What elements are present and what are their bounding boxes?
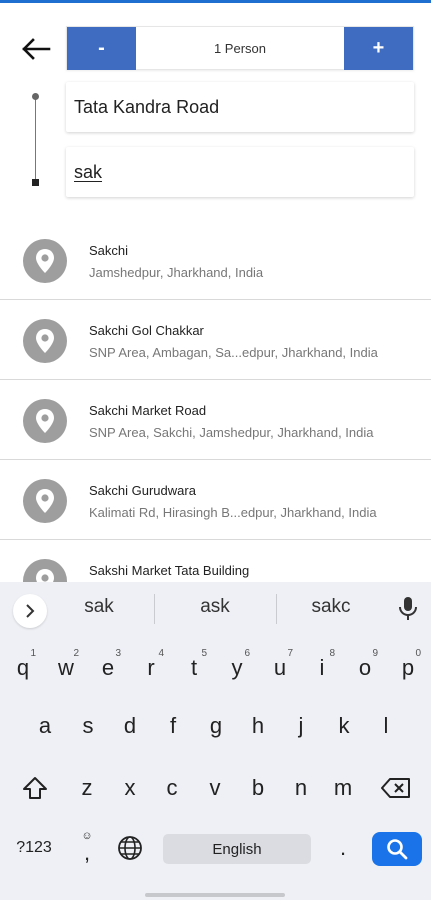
comma-key[interactable]: ☺ ,: [68, 826, 106, 870]
key-f[interactable]: f: [154, 704, 192, 748]
suggestion-2[interactable]: ask: [170, 596, 260, 618]
on-screen-keyboard: sak ask sakc q1 w2 e3 r4 t5 y6 u7 i8 o9 …: [0, 582, 431, 900]
period-key[interactable]: .: [324, 826, 362, 870]
microphone-button[interactable]: [396, 596, 420, 622]
search-results-list: Sakchi Jamshedpur, Jharkhand, India Sakc…: [0, 220, 431, 582]
key-o[interactable]: o9: [346, 646, 384, 690]
origin-input-value: Tata Kandra Road: [74, 96, 220, 117]
globe-icon: [118, 836, 142, 860]
key-h[interactable]: h: [239, 704, 277, 748]
suggestion-bar: sak ask sakc: [0, 582, 431, 634]
suggestion-1[interactable]: sak: [54, 596, 144, 618]
destination-input-value: sak: [74, 161, 103, 182]
suggestion-divider: [276, 594, 277, 624]
list-item[interactable]: Sakchi Gurudwara Kalimati Rd, Hirasingh …: [0, 460, 431, 540]
key-k[interactable]: k: [325, 704, 363, 748]
list-item[interactable]: Sakchi Market Road SNP Area, Sakchi, Jam…: [0, 380, 431, 460]
key-l[interactable]: l: [367, 704, 405, 748]
list-item[interactable]: Sakchi Jamshedpur, Jharkhand, India: [0, 220, 431, 300]
destination-input[interactable]: sak: [66, 147, 414, 197]
shift-icon: [23, 777, 47, 799]
suggestion-divider: [154, 594, 155, 624]
suggestion-3[interactable]: sakc: [286, 596, 376, 618]
location-pin-icon: [23, 559, 67, 582]
microphone-icon: [399, 597, 417, 620]
language-key[interactable]: [111, 826, 149, 870]
result-subtitle: Kalimati Rd, Hirasingh B...edpur, Jharkh…: [89, 505, 377, 520]
key-i[interactable]: i8: [303, 646, 341, 690]
decrease-passengers-button[interactable]: -: [67, 27, 136, 70]
key-m[interactable]: m: [324, 766, 362, 810]
key-y[interactable]: y6: [218, 646, 256, 690]
expand-toolbar-button[interactable]: [13, 594, 47, 628]
key-n[interactable]: n: [282, 766, 320, 810]
route-connector-line: [35, 96, 36, 183]
passenger-count: 1 Person: [213, 41, 267, 56]
location-pin-icon: [23, 399, 67, 443]
result-subtitle: Jamshedpur, Jharkhand, India: [89, 265, 264, 280]
key-j[interactable]: j: [282, 704, 320, 748]
search-icon: [387, 839, 408, 860]
key-w[interactable]: w2: [47, 646, 85, 690]
result-title: Sakshi Market Tata Building: [89, 563, 250, 578]
result-subtitle: SNP Area, Ambagan, Sa...edpur, Jharkhand…: [89, 345, 378, 360]
symbols-key[interactable]: ?123: [8, 826, 60, 870]
shift-key[interactable]: [14, 766, 56, 810]
backspace-icon: [381, 778, 410, 798]
list-item[interactable]: Sakchi Gol Chakkar SNP Area, Ambagan, Sa…: [0, 300, 431, 380]
back-button[interactable]: [18, 34, 54, 64]
result-title: Sakchi Gurudwara: [89, 483, 196, 498]
result-title: Sakchi Market Road: [89, 403, 207, 418]
search-action-key[interactable]: [372, 832, 422, 866]
location-pin-icon: [23, 319, 67, 363]
location-pin-icon: [23, 479, 67, 523]
key-p[interactable]: p0: [389, 646, 427, 690]
key-e[interactable]: e3: [89, 646, 127, 690]
location-pin-icon: [23, 239, 67, 283]
chevron-right-icon: [26, 604, 35, 618]
key-z[interactable]: z: [68, 766, 106, 810]
list-item[interactable]: Sakshi Market Tata Building: [0, 540, 431, 582]
key-u[interactable]: u7: [261, 646, 299, 690]
space-key[interactable]: English: [163, 834, 311, 864]
origin-input[interactable]: Tata Kandra Road: [66, 82, 414, 132]
result-subtitle: SNP Area, Sakchi, Jamshedpur, Jharkhand,…: [89, 425, 374, 440]
key-c[interactable]: c: [153, 766, 191, 810]
result-title: Sakchi Gol Chakkar: [89, 323, 204, 338]
key-r[interactable]: r4: [132, 646, 170, 690]
top-accent-line: [0, 0, 431, 3]
passenger-stepper: - 1 Person +: [66, 26, 414, 70]
key-x[interactable]: x: [111, 766, 149, 810]
key-a[interactable]: a: [26, 704, 64, 748]
destination-square-icon: [32, 179, 39, 186]
key-b[interactable]: b: [239, 766, 277, 810]
backspace-key[interactable]: [374, 766, 418, 810]
arrow-left-icon: [22, 38, 51, 60]
origin-dot-icon: [32, 93, 39, 100]
key-s[interactable]: s: [69, 704, 107, 748]
emoji-hint-icon: ☺: [81, 830, 93, 842]
increase-passengers-button[interactable]: +: [344, 27, 413, 70]
key-g[interactable]: g: [197, 704, 235, 748]
key-q[interactable]: q1: [4, 646, 42, 690]
key-t[interactable]: t5: [175, 646, 213, 690]
key-v[interactable]: v: [196, 766, 234, 810]
key-d[interactable]: d: [111, 704, 149, 748]
navigation-handle: [145, 893, 285, 897]
result-title: Sakchi: [89, 243, 129, 258]
